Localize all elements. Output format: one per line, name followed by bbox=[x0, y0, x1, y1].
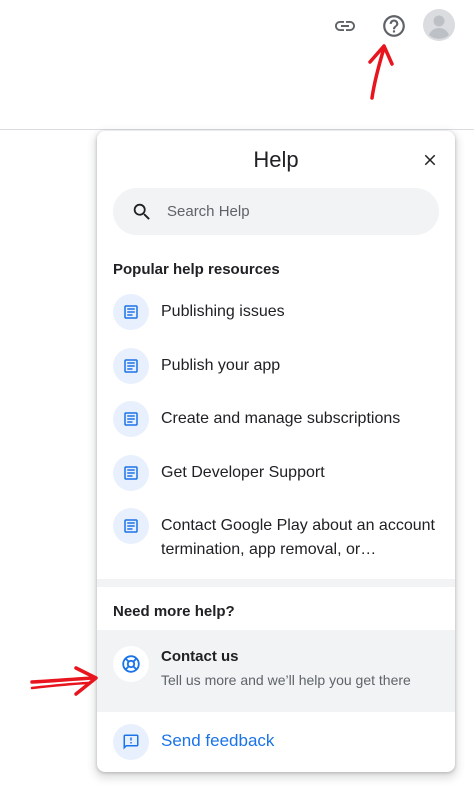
popular-resources-heading: Popular help resources bbox=[113, 261, 280, 278]
search-bar[interactable] bbox=[113, 188, 439, 235]
resource-item-label: Get Developer Support bbox=[161, 464, 325, 481]
send-feedback-label: Send feedback bbox=[161, 731, 275, 750]
resource-item-publish-your-app[interactable]: Publish your app bbox=[113, 348, 443, 384]
send-feedback-button[interactable]: Send feedback bbox=[97, 721, 455, 765]
close-button[interactable] bbox=[419, 149, 441, 171]
resource-item-label: Create and manage subscriptions bbox=[161, 410, 401, 427]
resource-item-label: Publish your app bbox=[161, 357, 281, 374]
section-divider bbox=[97, 579, 455, 587]
resource-item-contact-google-play[interactable]: Contact Google Play about an account ter… bbox=[113, 508, 443, 562]
help-panel-header: Help bbox=[97, 131, 455, 187]
resource-item-label: Publishing issues bbox=[161, 303, 285, 320]
close-icon bbox=[424, 154, 436, 166]
resource-item-developer-support[interactable]: Get Developer Support bbox=[113, 455, 443, 491]
need-more-help-heading: Need more help? bbox=[113, 603, 235, 620]
help-circle-icon[interactable] bbox=[379, 11, 409, 41]
article-icon bbox=[113, 455, 149, 491]
annotation-arrow-up bbox=[368, 44, 394, 100]
link-icon[interactable] bbox=[330, 11, 360, 41]
help-panel: Help Popular help resources Publishing i… bbox=[97, 131, 455, 772]
resource-item-label: Contact Google Play about an account ter… bbox=[161, 517, 435, 558]
page: Help Popular help resources Publishing i… bbox=[0, 0, 474, 791]
account-avatar-icon[interactable] bbox=[423, 9, 455, 41]
article-icon bbox=[113, 348, 149, 384]
help-panel-title: Help bbox=[253, 147, 299, 172]
contact-us-subtitle: Tell us more and we’ll help you get ther… bbox=[161, 672, 411, 688]
top-app-bar bbox=[0, 0, 474, 130]
article-icon bbox=[113, 294, 149, 330]
resource-item-publishing-issues[interactable]: Publishing issues bbox=[113, 294, 443, 330]
search-input[interactable] bbox=[167, 203, 407, 220]
feedback-icon bbox=[113, 724, 149, 760]
article-icon bbox=[113, 401, 149, 437]
contact-us-title: Contact us bbox=[161, 648, 239, 665]
resource-item-subscriptions[interactable]: Create and manage subscriptions bbox=[113, 401, 443, 437]
article-icon bbox=[113, 508, 149, 544]
search-icon bbox=[131, 201, 153, 223]
support-icon bbox=[113, 646, 149, 682]
annotation-arrow-right bbox=[30, 666, 98, 696]
contact-us-button[interactable]: Contact us Tell us more and we’ll help y… bbox=[97, 630, 455, 712]
